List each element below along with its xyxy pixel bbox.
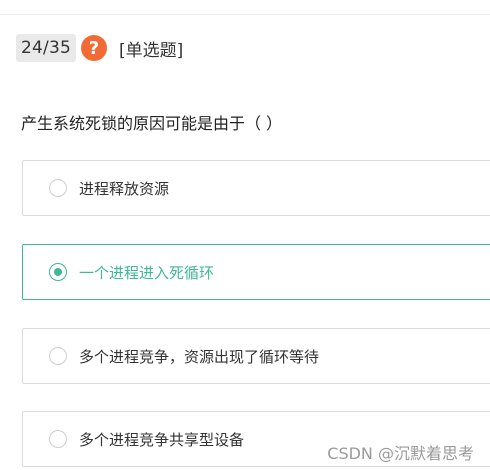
option-b[interactable]: 一个进程进入死循环	[22, 244, 490, 300]
help-icon[interactable]: ?	[81, 35, 107, 61]
radio-button[interactable]	[49, 430, 67, 448]
option-label: 进程释放资源	[79, 179, 170, 198]
option-label: 多个进程竞争，资源出现了循环等待	[79, 347, 320, 366]
radio-button-checked[interactable]	[49, 263, 67, 281]
radio-checked-dot	[54, 268, 62, 276]
watermark: CSDN @沉默着思考	[327, 444, 474, 463]
radio-button[interactable]	[49, 179, 67, 197]
option-label: 一个进程进入死循环	[79, 263, 215, 282]
option-c[interactable]: 多个进程竞争，资源出现了循环等待	[22, 328, 490, 384]
option-label: 多个进程竞争共享型设备	[79, 430, 245, 449]
question-stem: 产生系统死锁的原因可能是由于（ ）	[21, 114, 283, 133]
question-header: 24/35 ? [单选题]	[16, 33, 183, 63]
option-a[interactable]: 进程释放资源	[22, 160, 490, 216]
top-divider	[0, 14, 490, 15]
question-type-label: [单选题]	[119, 40, 184, 61]
radio-button[interactable]	[49, 347, 67, 365]
question-progress-badge: 24/35	[16, 34, 76, 62]
